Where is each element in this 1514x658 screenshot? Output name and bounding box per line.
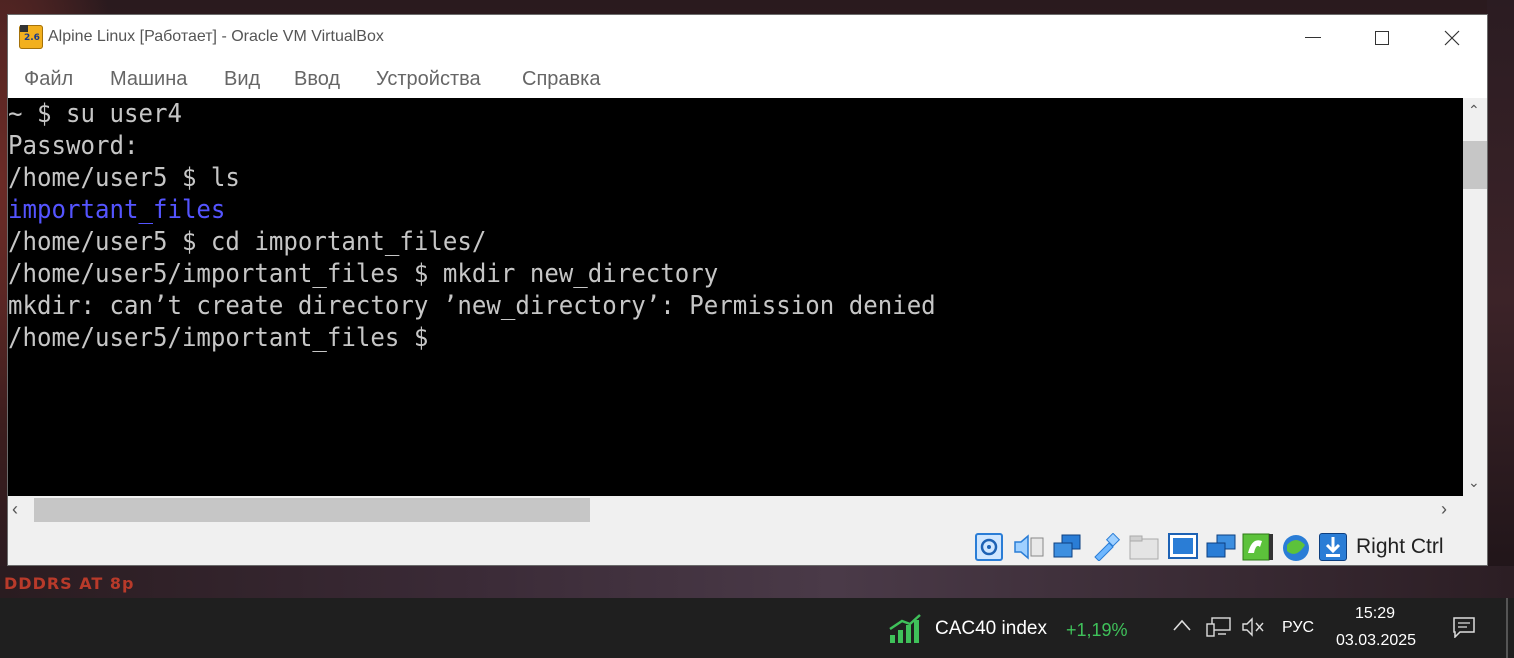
wallpaper-bottom — [0, 566, 1514, 598]
recording-icon[interactable] — [1242, 533, 1273, 561]
scroll-down-icon[interactable]: ⌄ — [1468, 474, 1480, 491]
status-bar: Right Ctrl — [8, 524, 1487, 565]
show-desktop-button[interactable] — [1506, 598, 1508, 658]
minimize-icon — [1305, 37, 1321, 38]
stock-index-change[interactable]: +1,19% — [1066, 620, 1128, 641]
close-button[interactable] — [1417, 15, 1487, 60]
vertical-scroll-thumb[interactable] — [1463, 141, 1487, 189]
scroll-corner — [1463, 496, 1487, 524]
menu-machine[interactable]: Машина — [110, 68, 187, 91]
clock-time[interactable]: 15:29 — [1355, 605, 1395, 623]
mouse-integration-icon[interactable] — [1319, 533, 1347, 561]
menu-devices[interactable]: Устройства — [376, 68, 481, 91]
close-icon — [1444, 30, 1460, 45]
terminal-line: ~ $ su user4 — [8, 99, 182, 129]
terminal-line: /home/user5/important_files $ mkdir new_… — [8, 259, 719, 289]
notification-center-icon[interactable] — [1452, 616, 1476, 638]
terminal-line-directory: important_files — [8, 195, 226, 225]
taskbar: CAC40 index +1,19% РУС 15:29 03.03.2025 — [0, 598, 1514, 658]
app-icon-label: 2.6 — [24, 33, 40, 43]
usb-icon[interactable] — [1091, 532, 1121, 562]
scroll-left-icon[interactable]: ‹ — [12, 499, 18, 520]
minimize-button[interactable] — [1278, 15, 1348, 60]
vm-console-screen[interactable]: ~ $ su user4 Password: /home/user5 $ ls … — [8, 98, 1463, 512]
horizontal-scroll-thumb[interactable] — [34, 498, 590, 522]
menu-help[interactable]: Справка — [522, 68, 600, 91]
network-status-icon[interactable] — [1206, 616, 1232, 643]
terminal-line: /home/user5 $ ls — [8, 163, 240, 193]
stock-index-name[interactable]: CAC40 index — [935, 618, 1047, 640]
maximize-button[interactable] — [1347, 15, 1417, 60]
show-hidden-icons-icon[interactable] — [1172, 616, 1192, 637]
menu-view[interactable]: Вид — [224, 68, 260, 91]
menu-bar: Файл Машина Вид Ввод Устройства Справка — [8, 60, 1487, 98]
menu-file[interactable]: Файл — [24, 68, 73, 91]
display-icon[interactable] — [1168, 533, 1198, 561]
cpu-icon[interactable] — [1281, 533, 1309, 561]
virtualbox-icon: 2.6 — [19, 25, 43, 49]
clock-date[interactable]: 03.03.2025 — [1336, 632, 1416, 650]
title-bar[interactable]: 2.6 Alpine Linux [Работает] - Oracle VM … — [8, 15, 1487, 60]
wallpaper-right — [1487, 0, 1514, 598]
terminal-line-error: mkdir: can’t create directory ’new_direc… — [8, 291, 936, 321]
wallpaper-text: DDDRS AT 8p — [4, 574, 135, 593]
window-title: Alpine Linux [Работает] - Oracle VM Virt… — [48, 28, 384, 45]
volume-muted-icon[interactable] — [1241, 616, 1265, 643]
stocks-chart-icon[interactable] — [888, 613, 922, 643]
hard-disk-icon[interactable] — [975, 533, 1003, 561]
terminal-line: /home/user5 $ cd important_files/ — [8, 227, 487, 257]
scroll-up-icon[interactable]: ⌃ — [1468, 102, 1480, 119]
audio-icon[interactable] — [1013, 533, 1044, 561]
terminal-prompt: /home/user5/important_files $ — [8, 323, 429, 353]
network-icon[interactable] — [1052, 533, 1081, 561]
terminal-line: Password: — [8, 131, 139, 161]
menu-input[interactable]: Ввод — [294, 68, 340, 91]
language-indicator[interactable]: РУС — [1282, 619, 1314, 637]
virtualbox-window: 2.6 Alpine Linux [Работает] - Oracle VM … — [8, 15, 1487, 565]
host-key-label[interactable]: Right Ctrl — [1356, 535, 1444, 559]
maximize-icon — [1375, 30, 1389, 45]
shared-folders-icon[interactable] — [1128, 533, 1159, 561]
video-capture-icon[interactable] — [1205, 533, 1236, 561]
scroll-right-icon[interactable]: › — [1441, 499, 1447, 520]
